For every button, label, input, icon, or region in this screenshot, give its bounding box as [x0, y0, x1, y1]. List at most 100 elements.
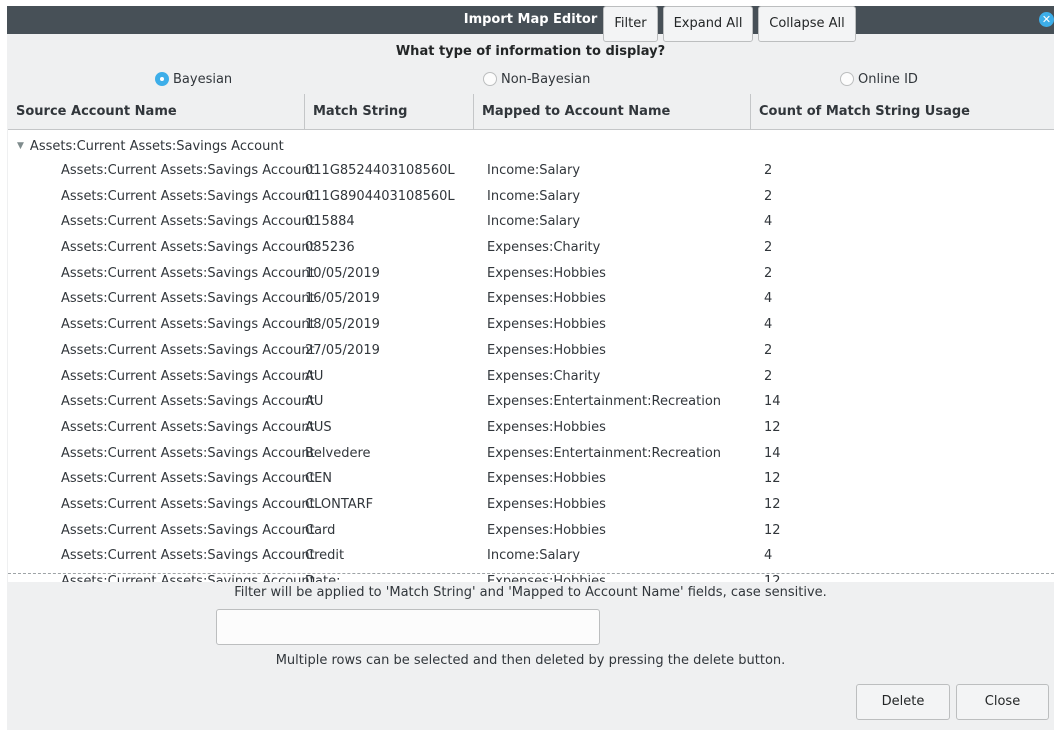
cell-mapped-account: Expenses:Entertainment:Recreation	[487, 394, 722, 410]
table-row[interactable]: Assets:Current Assets:Savings Account AUS…	[8, 415, 1054, 441]
cell-mapped-account: Expenses:Hobbies	[487, 522, 606, 538]
question-label: What type of information to display?	[395, 44, 666, 59]
tree-header: Source Account Name Match String Mapped …	[8, 94, 1054, 130]
radio-non-bayesian[interactable]: Non-Bayesian	[483, 70, 590, 88]
cell-usage-count: 14	[764, 445, 781, 461]
filter-button[interactable]: Filter	[603, 6, 658, 42]
cell-usage-count: 2	[764, 188, 773, 204]
table-row[interactable]: Assets:Current Assets:Savings Account 085…	[8, 235, 1054, 261]
cell-match-string: Card	[305, 522, 336, 538]
cell-usage-count: 4	[764, 548, 773, 564]
table-row[interactable]: Assets:Current Assets:Savings Account CLO…	[8, 492, 1054, 518]
radio-bayesian[interactable]: Bayesian	[155, 70, 232, 88]
cell-mapped-account: Income:Salary	[487, 548, 581, 564]
cell-source-account: Assets:Current Assets:Savings Account	[61, 419, 315, 435]
close-button[interactable]: Close	[956, 684, 1049, 720]
cell-mapped-account: Expenses:Hobbies	[487, 317, 606, 333]
cell-usage-count: 12	[764, 419, 781, 435]
cell-source-account: Assets:Current Assets:Savings Account	[61, 548, 315, 564]
cell-source-account: Assets:Current Assets:Savings Account	[61, 394, 315, 410]
filter-input[interactable]	[216, 609, 600, 645]
table-row[interactable]: Assets:Current Assets:Savings Account 10/…	[8, 261, 1054, 287]
cell-usage-count: 4	[764, 214, 773, 230]
radio-label: Online ID	[858, 71, 918, 87]
table-row[interactable]: Assets:Current Assets:Savings Account 015…	[8, 209, 1054, 235]
table-row[interactable]: Assets:Current Assets:Savings Account Cre…	[8, 543, 1054, 569]
column-header-match[interactable]: Match String	[305, 94, 474, 129]
scroll-edge-divider	[8, 573, 1054, 574]
cell-match-string: AU	[305, 368, 324, 384]
filter-note: Filter will be applied to 'Match String'…	[234, 585, 827, 600]
cell-match-string: CEN	[305, 471, 333, 487]
table-row[interactable]: Assets:Current Assets:Savings Account Car…	[8, 518, 1054, 544]
cell-match-string: 085236	[305, 240, 355, 256]
radio-unchecked-icon[interactable]	[840, 72, 854, 86]
column-header-mapped[interactable]: Mapped to Account Name	[474, 94, 751, 129]
column-header-source[interactable]: Source Account Name	[8, 94, 305, 129]
cell-mapped-account: Expenses:Hobbies	[487, 496, 606, 512]
table-row[interactable]: Assets:Current Assets:Savings Account CEN…	[8, 466, 1054, 492]
cell-match-string: AU	[305, 394, 324, 410]
cell-mapped-account: Expenses:Hobbies	[487, 471, 606, 487]
map-tree-view[interactable]: Source Account Name Match String Mapped …	[8, 94, 1054, 582]
table-row[interactable]: Assets:Current Assets:Savings Account 011…	[8, 158, 1054, 184]
column-header-count[interactable]: Count of Match String Usage	[751, 94, 1054, 129]
close-icon[interactable]: ✕	[1039, 12, 1054, 27]
cell-usage-count: 4	[764, 291, 773, 307]
cell-match-string: CLONTARF	[305, 496, 374, 512]
cell-match-string: Credit	[305, 548, 345, 564]
cell-source-account: Assets:Current Assets:Savings Account	[61, 368, 315, 384]
cell-usage-count: 2	[764, 368, 773, 384]
tree-parent-row[interactable]: ▼ Assets:Current Assets:Savings Account	[8, 134, 1054, 158]
table-row[interactable]: Assets:Current Assets:Savings Account 011…	[8, 184, 1054, 210]
delete-hint: Multiple rows can be selected and then d…	[275, 653, 786, 668]
cell-source-account: Assets:Current Assets:Savings Account	[61, 265, 315, 281]
cell-usage-count: 2	[764, 265, 773, 281]
cell-mapped-account: Income:Salary	[487, 214, 581, 230]
table-row[interactable]: Assets:Current Assets:Savings Account Bel…	[8, 441, 1054, 467]
window-title: Import Map Editor	[463, 12, 598, 27]
collapse-all-button[interactable]: Collapse All	[758, 6, 856, 42]
table-row[interactable]: Assets:Current Assets:Savings Account 27/…	[8, 338, 1054, 364]
cell-match-string: 011G8524403108560L	[305, 163, 455, 178]
cell-match-string: AUS	[305, 419, 332, 435]
radio-label: Bayesian	[173, 71, 233, 87]
cell-mapped-account: Expenses:Hobbies	[487, 291, 606, 307]
cell-source-account: Assets:Current Assets:Savings Account	[61, 291, 315, 307]
cell-usage-count: 12	[764, 574, 781, 582]
cell-source-account: Assets:Current Assets:Savings Account	[61, 214, 315, 230]
import-map-editor-window: Import Map Editor ✕ What type of informa…	[7, 6, 1054, 730]
table-row[interactable]: Assets:Current Assets:Savings Account 18/…	[8, 312, 1054, 338]
cell-usage-count: 14	[764, 394, 781, 410]
table-row[interactable]: Assets:Current Assets:Savings Account 16/…	[8, 286, 1054, 312]
cell-mapped-account: Expenses:Hobbies	[487, 342, 606, 358]
cell-mapped-account: Income:Salary	[487, 188, 581, 204]
cell-match-string: 011G8904403108560L	[305, 188, 455, 204]
parent-label: Assets:Current Assets:Savings Account	[29, 138, 284, 154]
cell-mapped-account: Income:Salary	[487, 163, 581, 178]
radio-online-id[interactable]: Online ID	[840, 70, 918, 88]
cell-source-account: Assets:Current Assets:Savings Account	[61, 574, 315, 582]
radio-label: Non-Bayesian	[501, 71, 591, 87]
cell-usage-count: 12	[764, 496, 781, 512]
expand-all-button[interactable]: Expand All	[663, 6, 753, 42]
title-bar[interactable]: Import Map Editor ✕	[7, 6, 1054, 34]
cell-mapped-account: Expenses:Entertainment:Recreation	[487, 445, 722, 461]
cell-match-string: 27/05/2019	[305, 342, 380, 358]
cell-usage-count: 12	[764, 471, 781, 487]
cell-source-account: Assets:Current Assets:Savings Account	[61, 522, 315, 538]
cell-mapped-account: Expenses:Hobbies	[487, 419, 606, 435]
radio-checked-icon[interactable]	[155, 72, 169, 86]
triangle-down-icon[interactable]: ▼	[17, 141, 24, 151]
cell-match-string: 18/05/2019	[305, 317, 380, 333]
cell-source-account: Assets:Current Assets:Savings Account	[61, 317, 315, 333]
table-row[interactable]: Assets:Current Assets:Savings Account Dat…	[8, 569, 1054, 582]
cell-source-account: Assets:Current Assets:Savings Account	[61, 471, 315, 487]
cell-mapped-account: Expenses:Charity	[487, 368, 601, 384]
radio-unchecked-icon[interactable]	[483, 72, 497, 86]
delete-button[interactable]: Delete	[856, 684, 950, 720]
table-row[interactable]: Assets:Current Assets:Savings Account AU E…	[8, 389, 1054, 415]
cell-match-string: Date:	[305, 574, 341, 582]
table-row[interactable]: Assets:Current Assets:Savings Account AU E…	[8, 364, 1054, 390]
cell-match-string: 16/05/2019	[305, 291, 380, 307]
